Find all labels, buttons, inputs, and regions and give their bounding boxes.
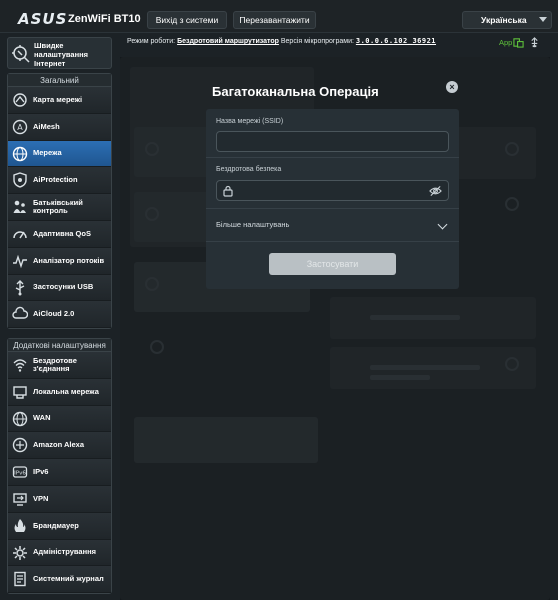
- lan-icon: [13, 386, 27, 399]
- advanced-item-label: Amazon Alexa: [33, 440, 84, 450]
- traffic-analyzer-icon: [13, 254, 27, 268]
- usb-icon: [15, 279, 25, 296]
- usb-status-icon[interactable]: [529, 37, 540, 48]
- chevron-down-icon: [539, 17, 547, 22]
- apply-button[interactable]: Застосувати: [269, 253, 396, 275]
- globe-network-icon: [12, 146, 28, 161]
- svg-text:IPv6: IPv6: [14, 471, 26, 477]
- operation-mode-link[interactable]: Бездротовий маршрутизатор: [177, 38, 279, 45]
- top-bar: ASUS ZenWiFi BT10 Вихід з системи Переза…: [0, 0, 558, 33]
- general-item[interactable]: A AiMesh: [8, 113, 111, 141]
- general-item[interactable]: Аналізатор потоків: [8, 247, 111, 275]
- aimesh-icon: A: [12, 119, 28, 134]
- ssid-input[interactable]: [216, 131, 449, 152]
- quick-internet-setup-button[interactable]: Швидке налаштування Інтернет: [7, 37, 112, 69]
- chevron-down-icon[interactable]: [437, 219, 448, 230]
- firmware-label: Версія мікропрограми:: [280, 38, 354, 45]
- eye-off-icon[interactable]: [429, 185, 442, 197]
- app-link[interactable]: App: [499, 38, 512, 47]
- wireless-security-label: Бездротова безпека: [216, 166, 282, 173]
- general-item-label: AiCloud 2.0: [33, 309, 75, 319]
- network-status-icon[interactable]: [513, 37, 524, 48]
- status-info-line: Режим роботи: Бездротовий маршрутизатор …: [127, 37, 555, 51]
- advanced-item[interactable]: Адміністрування: [8, 539, 111, 567]
- advanced-item[interactable]: Системний журнал: [8, 566, 111, 594]
- general-menu-title: Загальний: [8, 74, 111, 87]
- general-item[interactable]: Застосунки USB: [8, 274, 111, 302]
- advanced-item[interactable]: WAN: [8, 405, 111, 433]
- model-name: ZenWiFi BT10: [68, 13, 141, 25]
- general-menu: Загальний Карта мережі A AiMesh Мережа AiPro…: [7, 73, 112, 330]
- mode-label: Режим роботи:: [127, 38, 176, 45]
- advanced-item-label: Брандмауер: [33, 520, 79, 530]
- lock-icon: [223, 185, 233, 197]
- network-map-icon: [13, 93, 27, 107]
- reboot-button[interactable]: Перезавантажити: [233, 11, 316, 29]
- divider: [206, 157, 459, 158]
- advanced-item[interactable]: VPN: [8, 485, 111, 513]
- general-item[interactable]: AiCloud 2.0: [8, 301, 111, 329]
- general-item[interactable]: Карта мережі: [8, 87, 111, 114]
- firmware-version-link[interactable]: 3.0.0.6.102_36921: [356, 37, 436, 45]
- qos-gauge-icon: [13, 231, 27, 239]
- multichannel-operation-dialog: Назва мережі (SSID) Бездротова безпека Б…: [206, 109, 459, 289]
- advanced-item-label: Адміністрування: [33, 547, 97, 557]
- advanced-item[interactable]: Бездротове з'єднання: [8, 352, 111, 379]
- advanced-item[interactable]: IPv6 IPv6: [8, 459, 111, 486]
- general-item-label: Мережа: [33, 148, 62, 158]
- more-settings-toggle[interactable]: Більше налаштувань: [216, 220, 289, 229]
- advanced-item[interactable]: Amazon Alexa: [8, 432, 111, 460]
- admin-gear-icon: [13, 545, 27, 560]
- advanced-item-label: WAN: [33, 413, 51, 423]
- close-icon[interactable]: ×: [446, 81, 458, 93]
- general-item-label: Застосунки USB: [33, 282, 94, 292]
- logout-button[interactable]: Вихід з системи: [147, 11, 227, 29]
- system-log-icon: [14, 572, 26, 587]
- modal-title: Багатоканальна Операція: [212, 84, 379, 99]
- vpn-icon: [13, 493, 27, 506]
- advanced-item-label: Системний журнал: [33, 574, 104, 584]
- cloud-icon: [12, 307, 28, 320]
- advanced-item-label: Локальна мережа: [33, 386, 99, 396]
- advanced-item-label: IPv6: [33, 466, 49, 476]
- wan-globe-icon: [12, 411, 28, 426]
- ssid-label: Назва мережі (SSID): [216, 118, 284, 125]
- quick-setup-wand-icon: [12, 45, 30, 63]
- general-item[interactable]: Батьківський контроль: [8, 194, 111, 221]
- advanced-item[interactable]: Локальна мережа: [8, 378, 111, 406]
- quick-setup-label: Швидке налаштування Інтернет: [34, 41, 89, 68]
- svg-text:A: A: [17, 123, 23, 132]
- advanced-item-label: VPN: [33, 493, 49, 503]
- general-item-label: Карта мережі: [33, 94, 83, 104]
- general-item-label: AiMesh: [33, 121, 60, 131]
- general-item-label: Адаптивна QoS: [33, 228, 91, 238]
- general-item-label: Аналізатор потоків: [33, 255, 105, 265]
- ipv6-icon: IPv6: [12, 466, 28, 478]
- general-item[interactable]: Мережа: [8, 140, 111, 168]
- advanced-menu-title: Додаткові налаштування: [8, 339, 111, 352]
- shield-icon: [13, 172, 27, 189]
- divider: [206, 208, 459, 209]
- language-value: Українська: [481, 15, 527, 25]
- advanced-item[interactable]: Брандмауер: [8, 512, 111, 540]
- advanced-item-label: Бездротове з'єднання: [33, 355, 77, 373]
- general-item-label: Батьківський контроль: [33, 197, 83, 216]
- parental-control-icon: [13, 200, 26, 214]
- language-select[interactable]: Українська: [462, 11, 552, 29]
- wireless-icon: [13, 359, 27, 372]
- general-item-label: AiProtection: [33, 175, 78, 185]
- alexa-icon: [12, 438, 28, 453]
- wireless-password-input[interactable]: [216, 180, 449, 201]
- general-item[interactable]: AiProtection: [8, 167, 111, 195]
- general-item[interactable]: Адаптивна QoS: [8, 220, 111, 248]
- firewall-icon: [14, 518, 26, 532]
- divider: [206, 241, 459, 242]
- asus-logo: ASUS: [18, 10, 68, 28]
- advanced-settings-menu: Додаткові налаштування Бездротове з'єдна…: [7, 338, 112, 595]
